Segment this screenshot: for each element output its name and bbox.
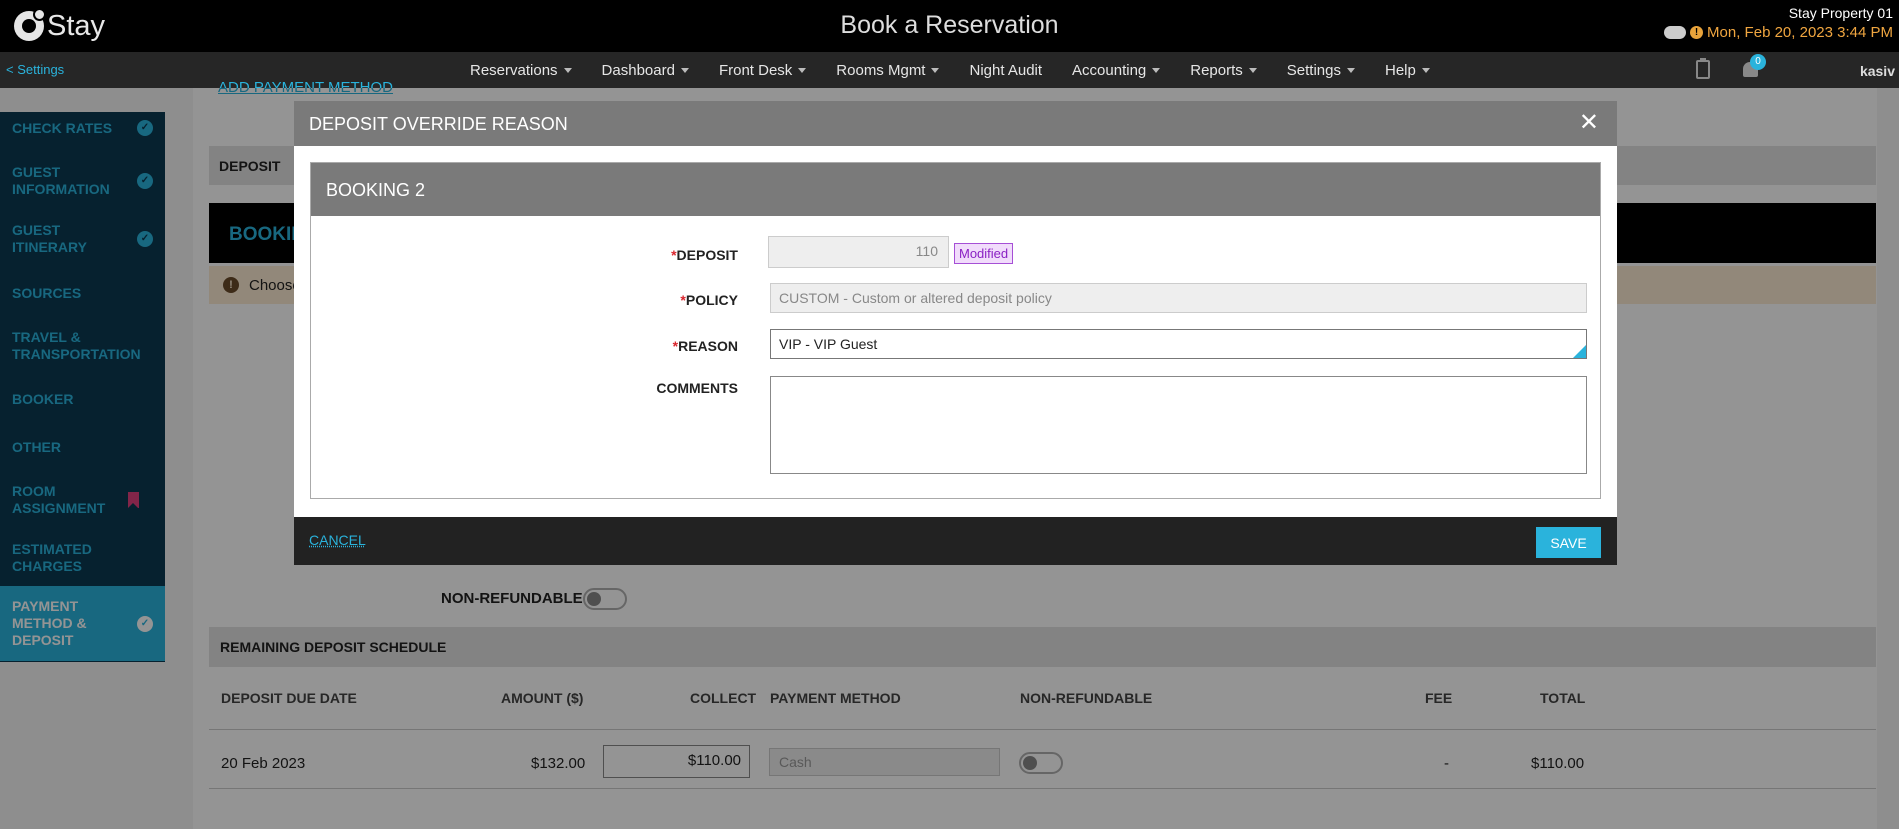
menu-label: Help bbox=[1384, 61, 1416, 79]
caret-down-icon bbox=[563, 67, 572, 73]
weather-cloud-icon bbox=[1664, 26, 1687, 39]
modal-footer: CANCEL SAVE bbox=[294, 517, 1617, 565]
back-to-settings-link[interactable]: < Settings bbox=[6, 62, 64, 77]
page-title: Book a Reservation bbox=[840, 11, 1059, 39]
menu-label: Settings bbox=[1286, 61, 1341, 79]
menu-label: Reservations bbox=[470, 61, 558, 79]
notification-badge: 0 bbox=[1750, 54, 1766, 70]
cancel-button[interactable]: CANCEL bbox=[309, 532, 366, 548]
menu-front-desk[interactable]: Front Desk bbox=[718, 61, 807, 79]
booking-title: BOOKING 2 bbox=[311, 163, 1600, 216]
deposit-override-modal: DEPOSIT OVERRIDE REASON ✕ BOOKING 2 *DEP… bbox=[294, 101, 1617, 565]
reason-label: *REASON bbox=[672, 338, 738, 354]
policy-label: *POLICY bbox=[680, 292, 738, 308]
top-bar: Stay Book a Reservation Stay Property 01… bbox=[0, 0, 1899, 52]
dropdown-corner-icon bbox=[1573, 345, 1586, 358]
menu-label: Front Desk bbox=[718, 61, 793, 79]
menu-accounting[interactable]: Accounting bbox=[1072, 61, 1161, 79]
caret-down-icon bbox=[1248, 67, 1257, 73]
menu-rooms-mgmt[interactable]: Rooms Mgmt bbox=[836, 61, 940, 79]
menu-label: Reports bbox=[1190, 61, 1243, 79]
deposit-label: *DEPOSIT bbox=[671, 247, 738, 263]
caret-down-icon bbox=[1421, 67, 1430, 73]
menu-help[interactable]: Help bbox=[1385, 62, 1430, 79]
warning-icon[interactable]: ! bbox=[1690, 26, 1704, 39]
deposit-field: 110 bbox=[768, 236, 949, 268]
comments-label: COMMENTS bbox=[656, 380, 738, 396]
menu-reservations[interactable]: Reservations bbox=[470, 62, 572, 79]
booking-panel: BOOKING 2 *DEPOSIT 110 Modified *POLICY … bbox=[310, 162, 1601, 499]
menu-settings[interactable]: Settings bbox=[1287, 62, 1355, 79]
caret-down-icon bbox=[1346, 67, 1355, 73]
policy-field: CUSTOM - Custom or altered deposit polic… bbox=[770, 283, 1587, 313]
modal-body: BOOKING 2 *DEPOSIT 110 Modified *POLICY … bbox=[294, 146, 1617, 517]
clipboard-icon[interactable] bbox=[1696, 58, 1710, 79]
comments-textarea[interactable] bbox=[770, 376, 1587, 474]
menu-label: Accounting bbox=[1072, 61, 1147, 79]
user-menu[interactable]: kasiv bbox=[1860, 63, 1895, 79]
modal-header: DEPOSIT OVERRIDE REASON ✕ bbox=[294, 101, 1617, 146]
reason-selected-value: VIP - VIP Guest bbox=[779, 336, 878, 352]
close-icon[interactable]: ✕ bbox=[1579, 111, 1599, 135]
modal-title: DEPOSIT OVERRIDE REASON bbox=[309, 114, 568, 134]
menu-label: Dashboard bbox=[601, 61, 675, 79]
caret-down-icon bbox=[931, 67, 940, 73]
menu-label: Rooms Mgmt bbox=[836, 61, 926, 79]
menu-label: Night Audit bbox=[969, 61, 1043, 79]
menu-reports[interactable]: Reports bbox=[1190, 62, 1257, 79]
caret-down-icon bbox=[680, 67, 689, 73]
reason-select[interactable]: VIP - VIP Guest bbox=[770, 329, 1587, 359]
menu-night-audit[interactable]: Night Audit bbox=[969, 62, 1042, 79]
datetime-area: ! Mon, Feb 20, 2023 3:44 PM bbox=[1664, 24, 1893, 41]
menu-dashboard[interactable]: Dashboard bbox=[602, 62, 689, 79]
modified-badge: Modified bbox=[954, 243, 1014, 264]
property-name[interactable]: Stay Property 01 bbox=[1789, 5, 1893, 21]
current-datetime: Mon, Feb 20, 2023 3:44 PM bbox=[1707, 24, 1893, 41]
nav-menus: Reservations Dashboard Front Desk Rooms … bbox=[470, 52, 1460, 88]
save-button[interactable]: SAVE bbox=[1536, 527, 1601, 558]
caret-down-icon bbox=[798, 67, 807, 73]
caret-down-icon bbox=[1152, 67, 1161, 73]
